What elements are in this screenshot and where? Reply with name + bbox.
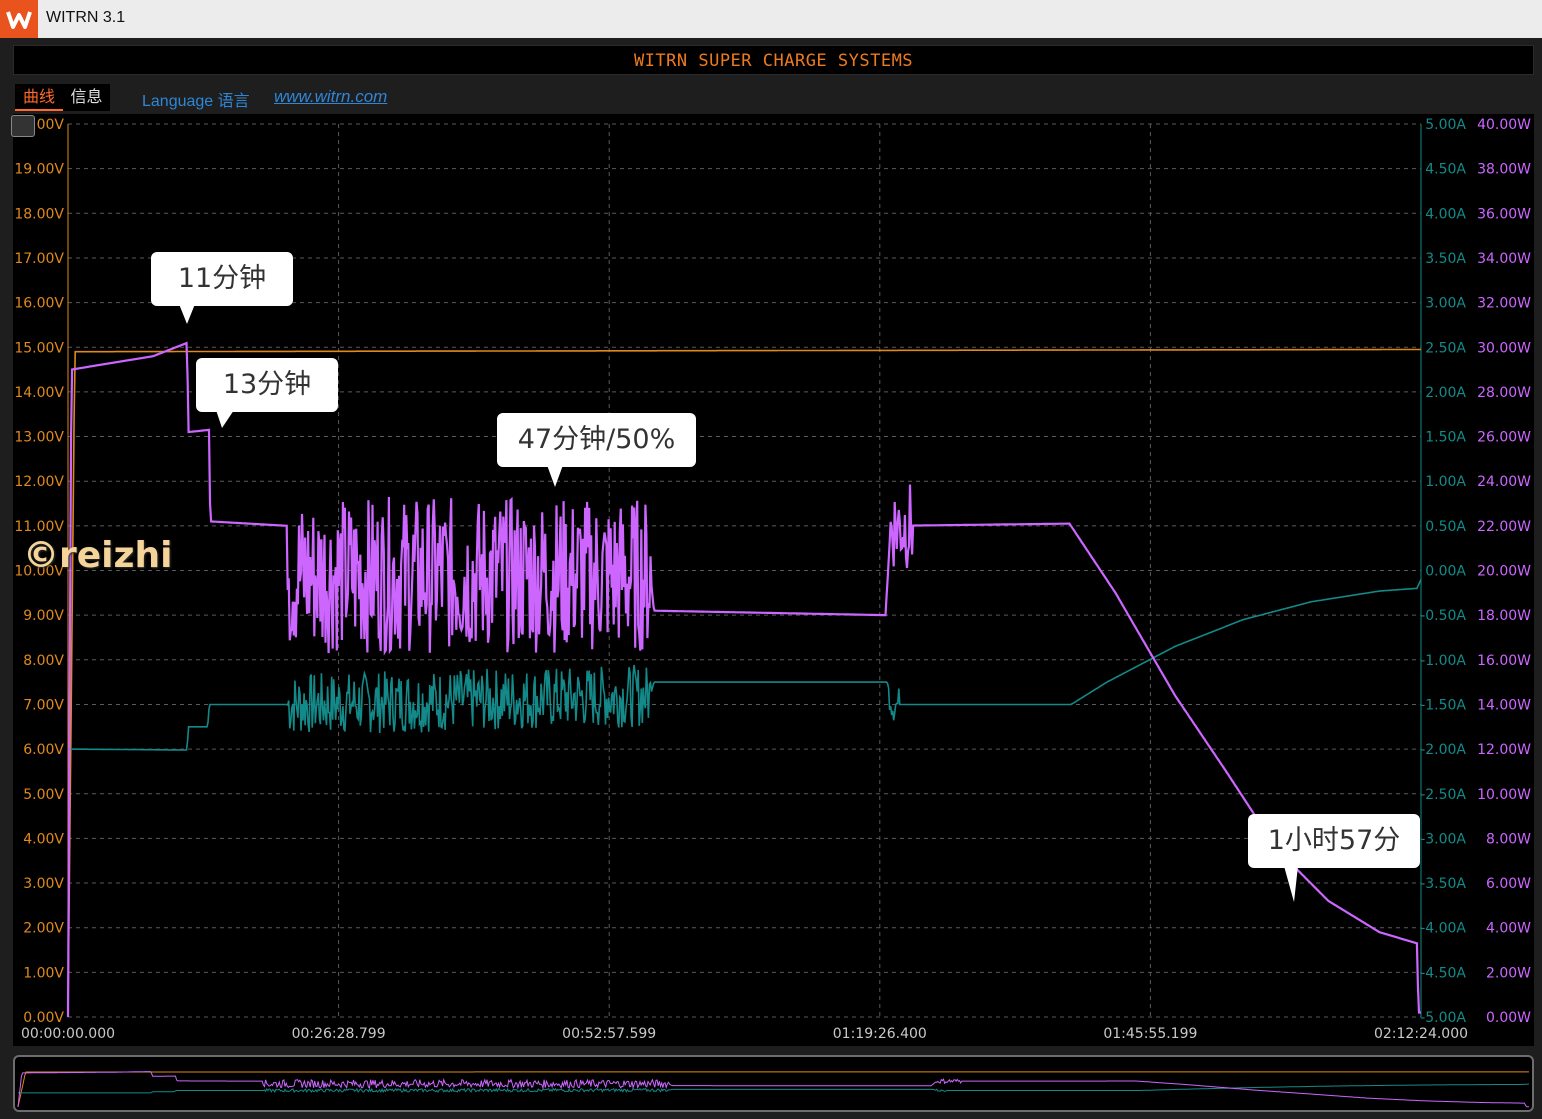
voltage-tick-label: 5.00V — [23, 787, 64, 803]
current-tick-label: 5.00A — [1425, 117, 1466, 133]
window-title: WITRN 3.1 — [46, 9, 126, 26]
voltage-tick-label: 0.00V — [23, 1010, 64, 1026]
power-tick-label: 14.00W — [1477, 697, 1531, 713]
power-tick-label: 22.00W — [1477, 519, 1531, 535]
current-tick-label: -3.50A — [1420, 876, 1466, 892]
voltage-tick-label: 1.00V — [23, 965, 64, 981]
voltage-tick-label: 7.00V — [23, 697, 64, 713]
power-tick-label: 30.00W — [1477, 340, 1531, 356]
voltage-tick-label: 11.00V — [14, 519, 64, 535]
current-tick-label: -4.50A — [1420, 965, 1466, 981]
time-tick-label: 00:00:00.000 — [21, 1026, 115, 1042]
power-tick-label: 32.00W — [1477, 296, 1531, 312]
power-tick-label: 2.00W — [1486, 965, 1531, 981]
current-tick-label: 3.50A — [1425, 251, 1466, 267]
overview-scrollbar[interactable] — [13, 1055, 1534, 1112]
current-tick-label: -1.50A — [1420, 697, 1466, 713]
current-tick-label: -0.50A — [1420, 608, 1466, 624]
power-tick-label: 4.00W — [1486, 921, 1531, 937]
current-tick-label: 0.00A — [1425, 564, 1466, 580]
current-tick-label: -4.00A — [1420, 921, 1466, 937]
power-tick-label: 20.00W — [1477, 564, 1531, 580]
current-tick-label: 4.00A — [1425, 206, 1466, 222]
power-tick-label: 26.00W — [1477, 430, 1531, 446]
power-tick-label: 6.00W — [1486, 876, 1531, 892]
voltage-tick-label: 8.00V — [23, 653, 64, 669]
power-tick-label: 28.00W — [1477, 385, 1531, 401]
callout-11min: 11分钟 — [151, 252, 293, 324]
tab-curve[interactable]: 曲线 — [15, 84, 63, 111]
voltage-tick-label: 9.00V — [23, 608, 64, 624]
callout-label: 1小时57分 — [1267, 825, 1401, 856]
witrn-logo-icon — [0, 0, 38, 38]
time-tick-label: 01:45:55.199 — [1103, 1026, 1197, 1042]
watermark: ©reizhi — [23, 535, 173, 576]
voltage-tick-label: 4.00V — [23, 831, 64, 847]
power-tick-label: 16.00W — [1477, 653, 1531, 669]
current-tick-label: -5.00A — [1420, 1010, 1466, 1026]
website-link[interactable]: www.witrn.com — [274, 87, 387, 107]
time-tick-label: 02:12:24.000 — [1374, 1026, 1468, 1042]
language-link[interactable]: Language 语言 — [142, 87, 250, 111]
power-tick-label: 18.00W — [1477, 608, 1531, 624]
time-tick-label: 00:26:28.799 — [292, 1026, 386, 1042]
voltage-tick-label: 19.00V — [14, 162, 64, 178]
current-tick-label: 1.50A — [1425, 430, 1466, 446]
current-tick-label: -2.50A — [1420, 787, 1466, 803]
time-tick-label: 01:19:26.400 — [833, 1026, 927, 1042]
time-tick-label: 00:52:57.599 — [562, 1026, 656, 1042]
power-tick-label: 8.00W — [1486, 831, 1531, 847]
power-tick-label: 10.00W — [1477, 787, 1531, 803]
voltage-tick-label: 13.00V — [14, 430, 64, 446]
power-tick-label: 0.00W — [1486, 1010, 1531, 1026]
current-line — [68, 579, 1422, 751]
power-line — [66, 341, 1421, 1018]
voltage-tick-label: 14.00V — [14, 385, 64, 401]
callout-label: 47分钟/50% — [517, 424, 676, 455]
current-tick-label: 2.00A — [1425, 385, 1466, 401]
callout-47min: 47分钟/50% — [497, 413, 696, 487]
callout-1h57min: 1小时57分 — [1248, 814, 1420, 902]
callout-label: 11分钟 — [177, 263, 267, 294]
voltage-tick-label: 17.00V — [14, 251, 64, 267]
voltage-line — [67, 348, 1421, 1018]
current-tick-label: -3.00A — [1420, 831, 1466, 847]
title-bar: WITRN 3.1 — [0, 0, 1542, 38]
zoom-reset-icon[interactable] — [11, 115, 35, 137]
power-tick-label: 24.00W — [1477, 474, 1531, 490]
voltage-tick-label: 15.00V — [14, 340, 64, 356]
tab-info[interactable]: 信息 — [63, 84, 110, 111]
current-tick-label: 1.00A — [1425, 474, 1466, 490]
power-tick-label: 40.00W — [1477, 117, 1531, 133]
voltage-tick-label: 16.00V — [14, 296, 64, 312]
voltage-tick-label: 2.00V — [23, 921, 64, 937]
banner-title: WITRN SUPER CHARGE SYSTEMS — [633, 51, 914, 71]
power-tick-label: 38.00W — [1477, 162, 1531, 178]
banner: WITRN SUPER CHARGE SYSTEMS — [13, 45, 1534, 75]
voltage-tick-label: 12.00V — [14, 474, 64, 490]
power-tick-label: 36.00W — [1477, 206, 1531, 222]
current-tick-label: -2.00A — [1420, 742, 1466, 758]
voltage-tick-label: 6.00V — [23, 742, 64, 758]
current-tick-label: -1.00A — [1420, 653, 1466, 669]
callout-13min: 13分钟 — [196, 358, 338, 428]
current-tick-label: 3.00A — [1425, 296, 1466, 312]
overview-svg[interactable] — [15, 1057, 1532, 1110]
current-tick-label: 4.50A — [1425, 162, 1466, 178]
power-tick-label: 12.00W — [1477, 742, 1531, 758]
power-tick-label: 34.00W — [1477, 251, 1531, 267]
current-tick-label: 2.50A — [1425, 340, 1466, 356]
current-tick-label: 0.50A — [1425, 519, 1466, 535]
voltage-tick-label: 3.00V — [23, 876, 64, 892]
voltage-tick-label: 18.00V — [14, 206, 64, 222]
callout-label: 13分钟 — [222, 369, 312, 400]
